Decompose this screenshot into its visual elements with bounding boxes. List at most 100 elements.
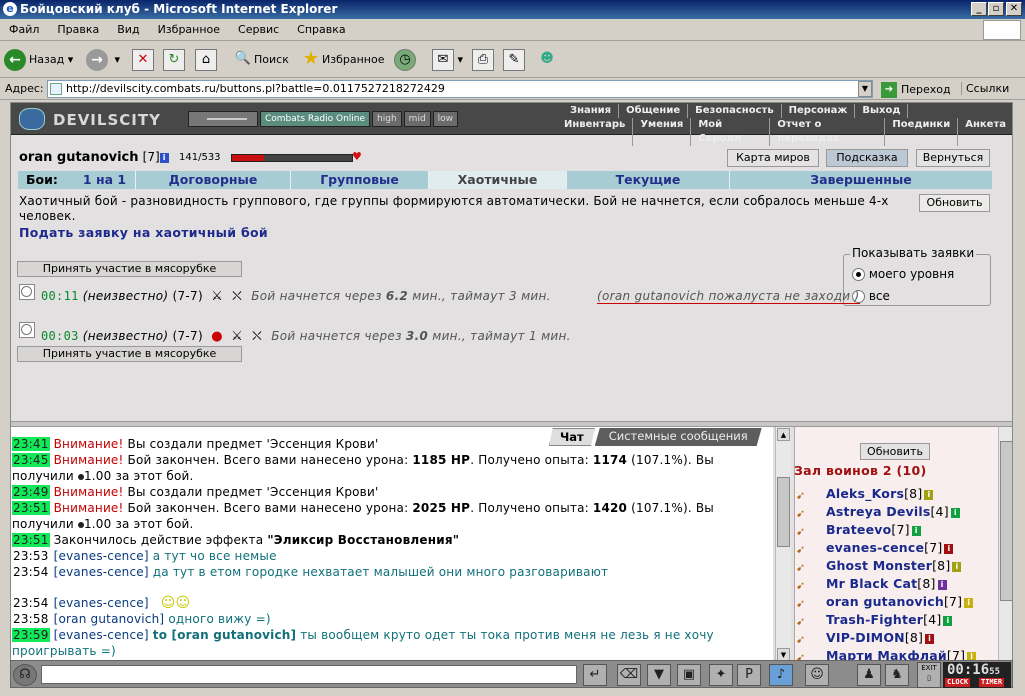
private-message-icon[interactable]: ➹ [796, 579, 814, 592]
tab-group[interactable]: Групповые [291, 171, 429, 189]
speaker-icon[interactable]: ☊ [13, 664, 37, 686]
room-user-row[interactable]: ➹ Brateevo[7] i [796, 522, 921, 538]
users-scrollbar[interactable] [998, 427, 1012, 661]
tab-chaotic[interactable]: Хаотичные [429, 171, 567, 189]
private-message-icon[interactable]: ➹ [796, 633, 814, 646]
save-log-icon[interactable]: ▣ [677, 664, 701, 686]
nav-knowledge[interactable]: Знания [563, 104, 620, 118]
history-button[interactable]: ◷ [394, 46, 416, 74]
apply-chaotic-link[interactable]: Подать заявку на хаотичный бой [19, 225, 268, 240]
stop-button[interactable]: ✕ [132, 46, 154, 74]
menu-file[interactable]: Файл [0, 19, 48, 41]
room-user-row[interactable]: ➹ Mr Black Cat[8] i [796, 576, 947, 592]
user-nick[interactable]: Ghost Monster [826, 558, 932, 573]
world-map-button[interactable]: Карта миров [727, 149, 819, 167]
nav-exit[interactable]: Выход [855, 104, 909, 118]
nav-transfers[interactable]: Отчет о переводах [770, 118, 886, 146]
mail-button[interactable]: ✉ ▾ [432, 46, 463, 74]
back-button[interactable]: ← Назад ▾ [4, 46, 73, 74]
user-nick[interactable]: Mr Black Cat [826, 576, 917, 591]
chat-input[interactable] [41, 665, 577, 684]
eraser-icon[interactable]: ⌫ [617, 664, 641, 686]
maximize-button[interactable]: ▫ [988, 2, 1004, 16]
info-icon[interactable]: i [950, 507, 960, 518]
info-icon[interactable]: i [924, 489, 934, 500]
home-button[interactable]: ⌂ [195, 46, 217, 74]
battle-radio-2[interactable] [19, 322, 35, 338]
links-button[interactable]: Ссылки [961, 82, 1009, 95]
user-nick[interactable]: VIP-DIMON [826, 630, 905, 645]
private-message-icon[interactable]: ➹ [796, 597, 814, 610]
menu-tools[interactable]: Сервис [229, 19, 288, 41]
private-message-icon[interactable]: ➹ [796, 615, 814, 628]
edit-button[interactable]: ✎ [503, 46, 525, 74]
menu-view[interactable]: Вид [108, 19, 148, 41]
refresh-button[interactable]: Обновить [919, 194, 990, 212]
user-nick[interactable]: Aleks_Kors [826, 486, 904, 501]
radio-high-button[interactable]: high [372, 111, 402, 127]
private-message-icon[interactable]: ➹ [796, 543, 814, 556]
send-button[interactable]: ↵ [583, 664, 607, 686]
nav-communication[interactable]: Общение [619, 104, 689, 118]
address-dropdown[interactable]: ▼ [858, 81, 872, 97]
tab-finished[interactable]: Завершенные [730, 171, 992, 189]
radio-name[interactable]: Combats Radio Online [260, 111, 371, 127]
info-icon[interactable]: i [944, 543, 954, 554]
menu-favorites[interactable]: Избранное [149, 19, 229, 41]
user-nick[interactable]: evanes-cence [826, 540, 924, 555]
private-message-icon[interactable]: ➹ [796, 561, 814, 574]
forward-button[interactable]: → ▾ [86, 46, 120, 74]
private-message-icon[interactable]: ➹ [796, 489, 814, 502]
close-button[interactable]: ✕ [1006, 2, 1022, 16]
print-button[interactable]: ⎙ [472, 46, 494, 74]
timer-label[interactable]: TIMER [979, 678, 1005, 687]
room-user-row[interactable]: ➹ Ghost Monster[8] i [796, 558, 962, 574]
info-icon[interactable]: i [159, 152, 169, 163]
private-message-icon[interactable]: ➹ [796, 507, 814, 520]
info-icon[interactable]: i [952, 561, 962, 572]
info-icon[interactable]: i [943, 615, 953, 626]
user-nick[interactable]: Astreya Devils [826, 504, 930, 519]
tab-1v1[interactable]: 1 на 1 [74, 171, 136, 189]
hint-button[interactable]: Подсказка [826, 149, 908, 167]
smiles-icon[interactable]: ☺ [805, 664, 829, 686]
person-icon[interactable]: ♟ [857, 664, 881, 686]
radio-mid-button[interactable]: mid [403, 111, 431, 127]
info-icon[interactable]: i [937, 579, 947, 590]
nav-security[interactable]: Безопасность [688, 104, 782, 118]
user-nick[interactable]: Trash-Fighter [826, 612, 923, 627]
join-meatgrinder-button-2[interactable]: Принять участие в мясорубке [17, 346, 242, 362]
info-icon[interactable]: i [911, 525, 921, 536]
volume-slider[interactable] [188, 111, 258, 127]
nav-scroll[interactable]: Мой Скролл [691, 118, 771, 146]
info-icon[interactable]: i [964, 597, 974, 608]
minimize-button[interactable]: _ [971, 2, 987, 16]
menu-help[interactable]: Справка [288, 19, 354, 41]
radio-low-button[interactable]: low [432, 111, 459, 127]
music-icon[interactable]: ♪ [769, 664, 793, 686]
room-user-row[interactable]: ➹ evanes-cence[7] i [796, 540, 954, 556]
nav-inventory[interactable]: Инвентарь [557, 118, 634, 146]
address-input[interactable]: http://devilscity.combats.ru/buttons.pl?… [47, 80, 873, 98]
filter-icon[interactable]: ▼ [647, 664, 671, 686]
private-message-icon[interactable]: ➹ [796, 525, 814, 538]
nav-fights[interactable]: Поединки [885, 118, 959, 146]
tab-current[interactable]: Текущие [567, 171, 730, 189]
tab-contract[interactable]: Договорные [136, 171, 291, 189]
nav-character[interactable]: Персонаж [782, 104, 856, 118]
group-icon[interactable]: ♞ [885, 664, 909, 686]
user-nick[interactable]: oran gutanovich [826, 594, 944, 609]
nav-profile[interactable]: Анкета [958, 118, 1012, 146]
room-user-row[interactable]: ➹ Astreya Devils[4] i [796, 504, 960, 520]
room-user-row[interactable]: ➹ oran gutanovich[7] i [796, 594, 974, 610]
radio-my-level[interactable] [852, 268, 865, 281]
refresh-button[interactable]: ↻ [163, 46, 185, 74]
menu-edit[interactable]: Правка [48, 19, 108, 41]
nav-skills[interactable]: Умения [633, 118, 692, 146]
room-user-row[interactable]: ➹ Aleks_Kors[8] i [796, 486, 934, 502]
exit-button[interactable]: EXIT ▯ [917, 662, 941, 688]
clock-label[interactable]: CLOCK [945, 678, 971, 687]
private-icon[interactable]: P [737, 664, 761, 686]
join-meatgrinder-button-1[interactable]: Принять участие в мясорубке [17, 261, 242, 277]
info-icon[interactable]: i [925, 633, 935, 644]
